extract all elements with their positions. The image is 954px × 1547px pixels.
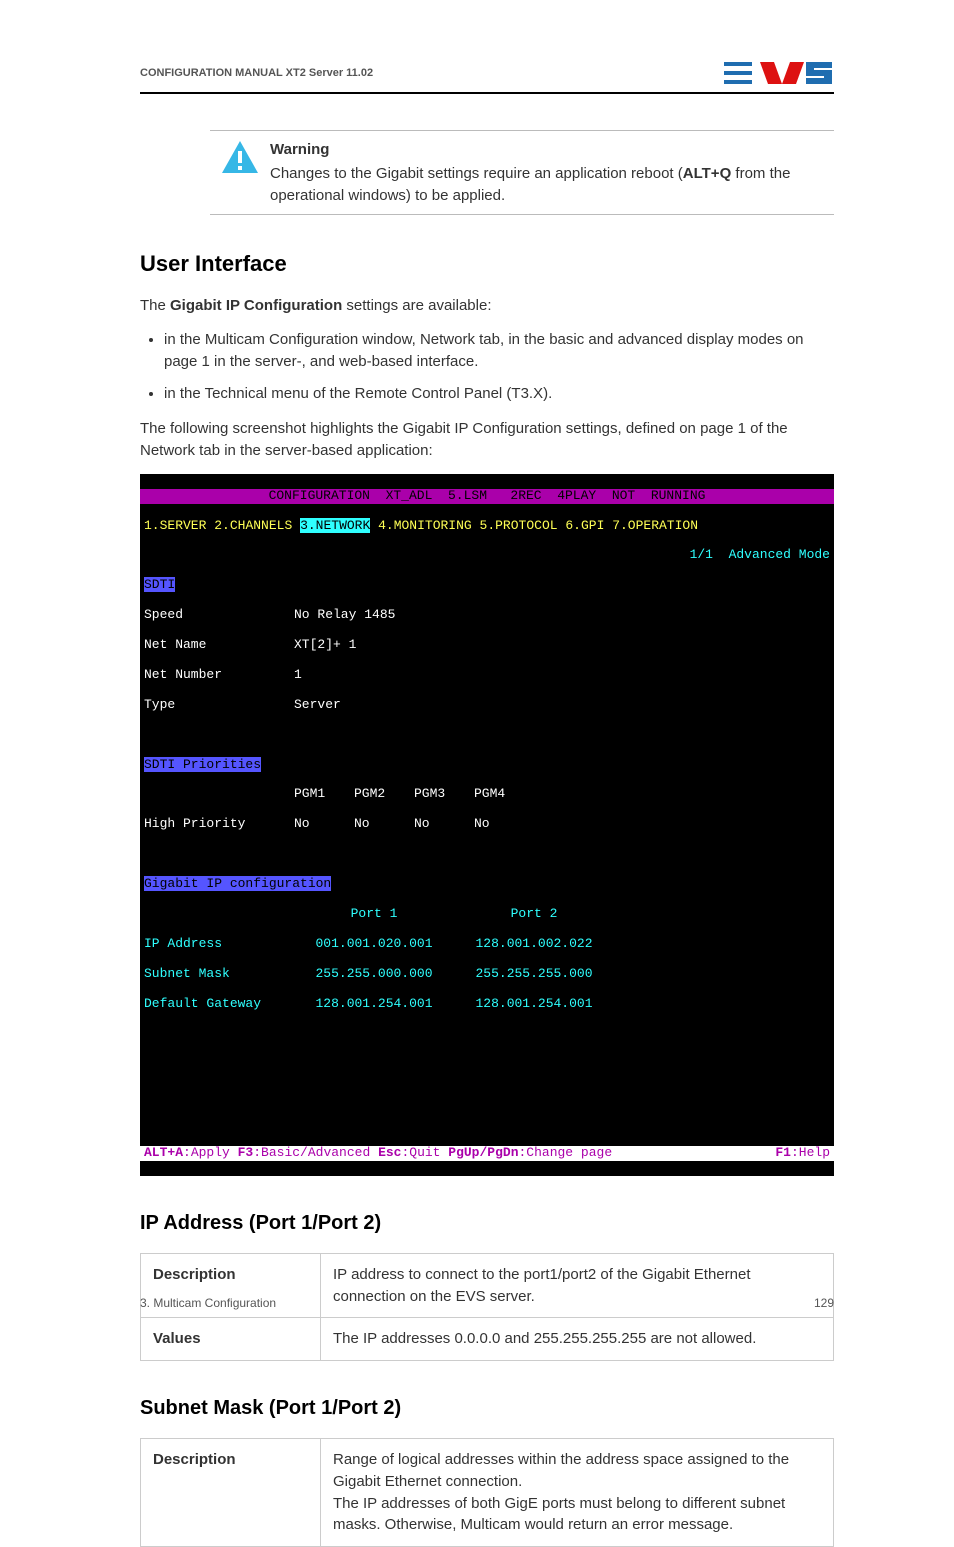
mask-port1[interactable]: 255.255.000.000 (294, 967, 454, 982)
intro-paragraph: The Gigabit IP Configuration settings ar… (140, 295, 834, 317)
subnet-mask-table: Description Range of logical addresses w… (140, 1438, 834, 1547)
warning-title: Warning (270, 139, 834, 161)
footer-section: 3. Multicam Configuration (140, 1296, 276, 1310)
warning-callout: Warning Changes to the Gigabit settings … (210, 130, 834, 215)
hp-pgm4[interactable]: No (474, 817, 534, 832)
type-value[interactable]: Server (294, 697, 341, 712)
terminal-screenshot: CONFIGURATION XT_ADL 5.LSM 2REC 4PLAY NO… (140, 474, 834, 1176)
warning-body: Changes to the Gigabit settings require … (270, 165, 790, 204)
doc-title: CONFIGURATION MANUAL XT2 Server 11.02 (140, 67, 373, 79)
hp-pgm2[interactable]: No (354, 817, 414, 832)
sdti-group-label: SDTI (144, 577, 175, 592)
gw-port1[interactable]: 128.001.254.001 (294, 997, 454, 1012)
ip-port1[interactable]: 001.001.020.001 (294, 937, 454, 952)
hp-pgm1[interactable]: No (294, 817, 354, 832)
speed-value[interactable]: No Relay 1485 (294, 607, 395, 622)
cell-value: The IP addresses 0.0.0.0 and 255.255.255… (321, 1318, 834, 1361)
page-number: 129 (814, 1296, 834, 1310)
user-interface-heading: User Interface (140, 251, 834, 277)
mode-indicator: 1/1 Advanced Mode (140, 548, 834, 563)
cell-label: Values (141, 1318, 321, 1361)
terminal-footer: ALT+A:Apply F3:Basic/Advanced Esc:Quit P… (140, 1146, 834, 1161)
sdti-priorities-label: SDTI Priorities (144, 757, 261, 772)
ip-address-heading: IP Address (Port 1/Port 2) (140, 1212, 834, 1235)
terminal-title: CONFIGURATION XT_ADL 5.LSM 2REC 4PLAY NO… (140, 489, 834, 504)
post-bullet-paragraph: The following screenshot highlights the … (140, 418, 834, 462)
gw-port2[interactable]: 128.001.254.001 (454, 997, 614, 1012)
subnet-mask-heading: Subnet Mask (Port 1/Port 2) (140, 1397, 834, 1420)
warning-icon (210, 139, 270, 206)
evs-logo-icon (724, 60, 834, 86)
page-header: CONFIGURATION MANUAL XT2 Server 11.02 (140, 60, 834, 94)
netnumber-value[interactable]: 1 (294, 667, 302, 682)
mask-port2[interactable]: 255.255.255.000 (454, 967, 614, 982)
cell-label: Description (141, 1439, 321, 1547)
bullet-list: in the Multicam Configuration window, Ne… (140, 329, 834, 404)
list-item: in the Technical menu of the Remote Cont… (164, 383, 834, 405)
tab-network[interactable]: 3.NETWORK (300, 518, 370, 533)
list-item: in the Multicam Configuration window, Ne… (164, 329, 834, 373)
page-footer: 3. Multicam Configuration 129 (140, 1296, 834, 1310)
gigabit-ip-label: Gigabit IP configuration (144, 876, 331, 891)
cell-value: Range of logical addresses within the ad… (321, 1439, 834, 1547)
ip-port2[interactable]: 128.001.002.022 (454, 937, 614, 952)
netname-value[interactable]: XT[2]+ 1 (294, 637, 356, 652)
hp-pgm3[interactable]: No (414, 817, 474, 832)
terminal-tabbar: 1.SERVER 2.CHANNELS 3.NETWORK 4.MONITORI… (140, 519, 834, 534)
